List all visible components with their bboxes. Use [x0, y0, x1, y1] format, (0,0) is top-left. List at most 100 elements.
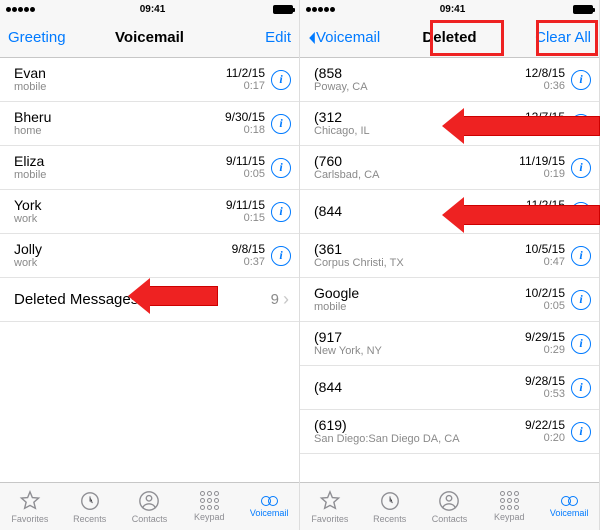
- voicemail-row[interactable]: Jolly work 9/8/15 0:37 i: [0, 234, 299, 278]
- greeting-button[interactable]: Greeting: [8, 29, 78, 46]
- deleted-count: 9: [271, 291, 279, 308]
- row-duration: 0:15: [226, 212, 265, 224]
- row-duration: 0:05: [525, 300, 565, 312]
- voicemail-row[interactable]: York work 9/11/15 0:15 i: [0, 190, 299, 234]
- tab-favorites[interactable]: Favorites: [300, 483, 360, 530]
- row-duration: 0:47: [525, 256, 565, 268]
- contact-icon: [438, 490, 460, 512]
- row-title: Eliza: [14, 154, 226, 169]
- row-subtitle: Chicago, IL: [314, 125, 525, 137]
- clock-icon: [79, 490, 101, 512]
- row-subtitle: Poway, CA: [314, 81, 525, 93]
- row-title: (760: [314, 154, 519, 169]
- row-duration: 0:20: [525, 432, 565, 444]
- voicemail-row[interactable]: (760 Carlsbad, CA 11/19/15 0:19 i: [300, 146, 599, 190]
- row-subtitle: Carlsbad, CA: [314, 169, 519, 181]
- voicemail-row[interactable]: (361 Corpus Christi, TX 10/5/15 0:47 i: [300, 234, 599, 278]
- info-icon[interactable]: i: [571, 246, 591, 266]
- edit-button[interactable]: Edit: [221, 29, 291, 46]
- info-icon[interactable]: i: [271, 70, 291, 90]
- deleted-messages-link[interactable]: Deleted Messages 9 ›: [0, 278, 299, 322]
- voicemail-row[interactable]: (917 New York, NY 9/29/15 0:29 i: [300, 322, 599, 366]
- voicemail-row[interactable]: (312 Chicago, IL 12/7/15 0:30 i: [300, 102, 599, 146]
- row-subtitle: Corpus Christi, TX: [314, 257, 525, 269]
- info-icon[interactable]: i: [571, 70, 591, 90]
- voicemail-row[interactable]: (844 11/2/15 0:51 i: [300, 190, 599, 234]
- row-duration: 0:18: [225, 124, 265, 136]
- row-duration: 0:05: [226, 168, 265, 180]
- row-date: 10/2/15: [525, 287, 565, 300]
- row-date: 9/29/15: [525, 331, 565, 344]
- row-title: Jolly: [14, 242, 232, 257]
- voicemail-row[interactable]: Eliza mobile 9/11/15 0:05 i: [0, 146, 299, 190]
- info-icon[interactable]: i: [271, 202, 291, 222]
- tab-bar: FavoritesRecents Contacts KeypadVoicemail: [0, 482, 299, 530]
- tab-label: Keypad: [494, 512, 525, 522]
- row-date: 12/7/15: [525, 111, 565, 124]
- voicemail-row[interactable]: Evan mobile 11/2/15 0:17 i: [0, 58, 299, 102]
- row-subtitle: mobile: [14, 169, 226, 181]
- row-date: 11/2/15: [526, 199, 565, 212]
- info-icon[interactable]: i: [271, 114, 291, 134]
- tab-label: Recents: [373, 514, 406, 524]
- voicemail-row[interactable]: (858 Poway, CA 12/8/15 0:36 i: [300, 58, 599, 102]
- row-subtitle: work: [14, 257, 232, 269]
- row-title: (619): [314, 418, 525, 433]
- deleted-link-label: Deleted Messages: [14, 291, 271, 308]
- row-title: (844: [314, 204, 526, 219]
- row-date: 11/19/15: [519, 155, 565, 168]
- info-icon[interactable]: i: [571, 334, 591, 354]
- voicemail-row[interactable]: (844 9/28/15 0:53 i: [300, 366, 599, 410]
- tab-keypad[interactable]: Keypad: [479, 483, 539, 530]
- voicemail-list: Evan mobile 11/2/15 0:17 i Bheru home 9/…: [0, 58, 299, 482]
- keypad-icon: [500, 491, 519, 510]
- tab-recents[interactable]: Recents: [60, 483, 120, 530]
- voicemail-icon: [261, 496, 278, 506]
- info-icon[interactable]: i: [571, 378, 591, 398]
- tab-keypad[interactable]: Keypad: [179, 483, 239, 530]
- back-button[interactable]: Voicemail: [308, 29, 380, 46]
- tab-recents[interactable]: Recents: [360, 483, 420, 530]
- star-icon: [319, 490, 341, 512]
- tab-contacts[interactable]: Contacts: [120, 483, 180, 530]
- row-date: 9/30/15: [225, 111, 265, 124]
- row-title: (917: [314, 330, 525, 345]
- voicemail-row[interactable]: Bheru home 9/30/15 0:18 i: [0, 102, 299, 146]
- back-label: Voicemail: [316, 29, 380, 46]
- chevron-left-icon: [309, 32, 315, 44]
- deleted-screen: 09:41 Voicemail Deleted Clear All (858 P…: [300, 0, 600, 530]
- tab-contacts[interactable]: Contacts: [420, 483, 480, 530]
- info-icon[interactable]: i: [571, 422, 591, 442]
- info-icon[interactable]: i: [571, 158, 591, 178]
- row-date: 10/5/15: [525, 243, 565, 256]
- voicemail-screen: 09:41 Greeting Voicemail Edit Evan mobil…: [0, 0, 300, 530]
- info-icon[interactable]: i: [571, 202, 591, 222]
- row-title: Bheru: [14, 110, 225, 125]
- voicemail-row[interactable]: (619) San Diego:San Diego DA, CA 9/22/15…: [300, 410, 599, 454]
- row-date: 9/22/15: [525, 419, 565, 432]
- tab-voicemail[interactable]: Voicemail: [539, 483, 599, 530]
- row-title: (312: [314, 110, 525, 125]
- info-icon[interactable]: i: [571, 114, 591, 134]
- clear-all-button[interactable]: Clear All: [521, 29, 591, 46]
- row-date: 9/8/15: [232, 243, 265, 256]
- status-time: 09:41: [440, 4, 466, 15]
- status-time: 09:41: [140, 4, 166, 15]
- info-icon[interactable]: i: [271, 246, 291, 266]
- row-date: 9/28/15: [525, 375, 565, 388]
- row-duration: 0:19: [519, 168, 565, 180]
- tab-favorites[interactable]: Favorites: [0, 483, 60, 530]
- row-duration: 0:37: [232, 256, 265, 268]
- tab-label: Voicemail: [550, 508, 589, 518]
- row-subtitle: home: [14, 125, 225, 137]
- row-title: (844: [314, 380, 525, 395]
- row-title: Google: [314, 286, 525, 301]
- row-title: Evan: [14, 66, 226, 81]
- tab-voicemail[interactable]: Voicemail: [239, 483, 299, 530]
- voicemail-row[interactable]: Google mobile 10/2/15 0:05 i: [300, 278, 599, 322]
- tab-label: Contacts: [132, 514, 168, 524]
- info-icon[interactable]: i: [571, 290, 591, 310]
- info-icon[interactable]: i: [271, 158, 291, 178]
- star-icon: [19, 490, 41, 512]
- row-subtitle: mobile: [14, 81, 226, 93]
